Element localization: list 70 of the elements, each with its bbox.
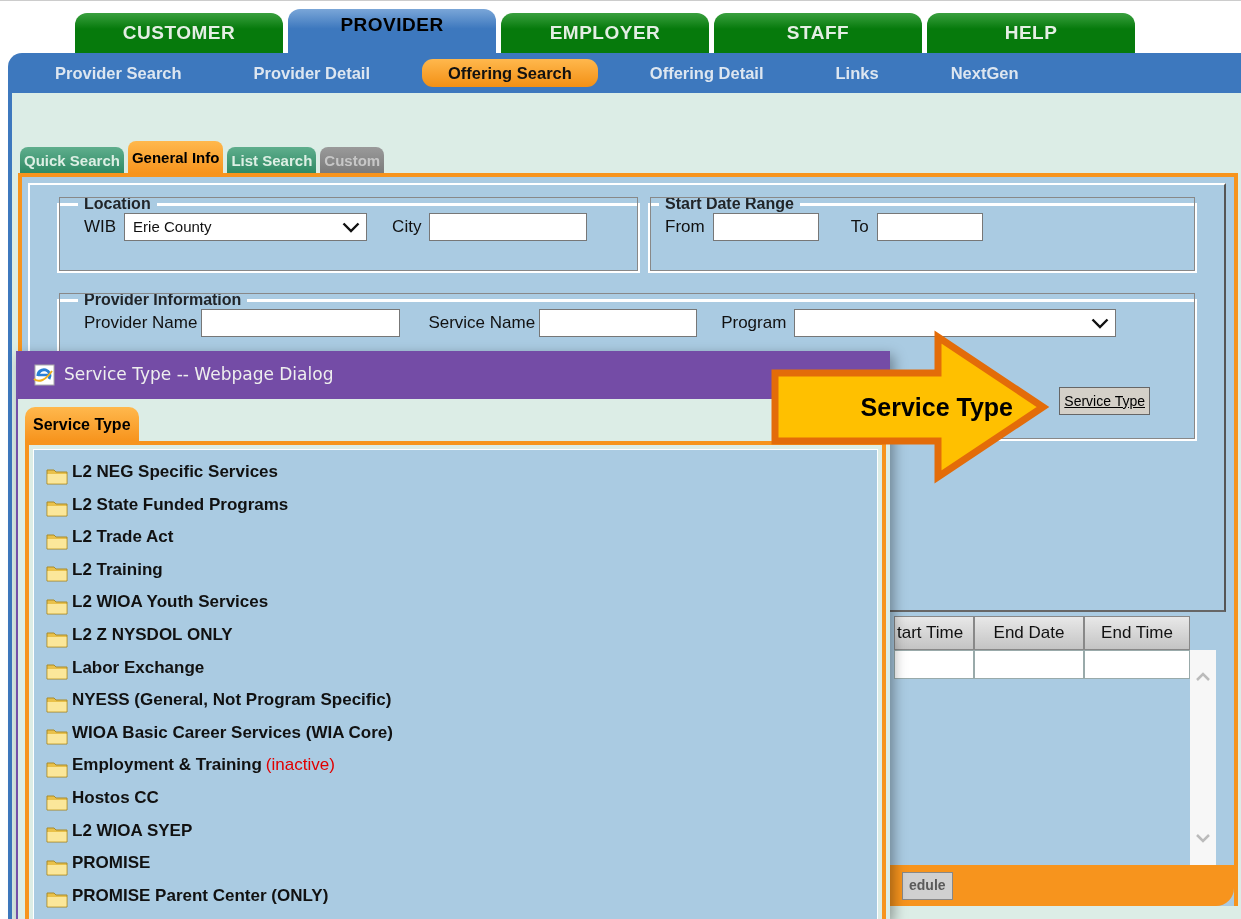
field-label: City	[392, 216, 422, 239]
group-legend: Provider Information	[78, 291, 248, 309]
nav-tab[interactable]: STAFF	[714, 13, 922, 53]
folder-icon	[46, 727, 68, 746]
field-label: To	[850, 216, 869, 239]
service-name-field[interactable]	[539, 309, 698, 337]
browser-icon	[32, 363, 56, 387]
chevron-down-icon	[342, 221, 361, 233]
tree-item[interactable]: L2 Training	[46, 549, 877, 583]
from-date-field[interactable]	[712, 213, 819, 241]
folder-icon	[46, 629, 68, 648]
nav-tab[interactable]: CUSTOMER	[75, 13, 283, 53]
tree-item[interactable]: L2 WIOA Youth Services	[46, 582, 877, 615]
tree-item[interactable]: L2 Trade Act	[46, 517, 877, 550]
wib-select[interactable]: Erie County	[124, 213, 368, 241]
tree-item[interactable]: L2 NEG Specific Services	[46, 452, 877, 485]
subnav-link[interactable]: Provider Search	[35, 58, 202, 88]
folder-icon	[46, 857, 68, 876]
nav-tab[interactable]: PROVIDER	[288, 9, 496, 53]
dialog-title: Service Type -- Webpage Dialog	[64, 363, 334, 387]
subnav-link[interactable]: NextGen	[930, 58, 1039, 88]
tree-item[interactable]: PROMISE Parent Center (ONLY)	[46, 875, 877, 909]
tree-item[interactable]: WIOA Basic Career Services (WIA Core)	[46, 712, 877, 746]
dialog-tab[interactable]: Service Type	[25, 407, 139, 441]
group-legend: Location	[78, 195, 157, 213]
column-header: tart Time	[894, 616, 974, 651]
folder-icon	[46, 694, 68, 713]
program-select[interactable]	[794, 309, 1117, 337]
group-legend: Start Date Range	[659, 195, 800, 213]
scrollbar[interactable]	[1190, 650, 1216, 866]
folder-icon	[46, 890, 68, 909]
service-type-button[interactable]: Service Type	[1059, 387, 1150, 415]
field-label: From	[665, 216, 705, 239]
subnav-link[interactable]: Links	[815, 58, 899, 88]
nav-tab[interactable]: HELP	[927, 13, 1135, 53]
provider-name-field[interactable]	[201, 309, 401, 337]
column-header: End Time	[1084, 616, 1190, 651]
folder-icon	[46, 596, 68, 615]
nav-tab[interactable]: EMPLOYER	[501, 13, 709, 53]
field-label: Service Name	[428, 312, 536, 335]
chevron-down-icon	[1091, 317, 1110, 329]
city-field[interactable]	[429, 213, 588, 241]
column-header: End Date	[974, 616, 1084, 651]
field-label: WIB	[84, 216, 117, 239]
folder-icon	[46, 792, 68, 811]
tree-item[interactable]: NYESS (General, Not Program Specific)	[46, 680, 877, 713]
folder-icon	[46, 499, 68, 518]
subnav-link[interactable]: Offering Search	[422, 58, 598, 88]
folder-icon	[46, 825, 68, 844]
subnav-link[interactable]: Provider Detail	[233, 58, 391, 88]
tree-item[interactable]: L2 State Funded Programs	[46, 484, 877, 518]
page-tab[interactable]: General Info	[127, 141, 224, 173]
field-label: Program	[721, 312, 787, 335]
subnav-link[interactable]: Offering Detail	[629, 58, 784, 88]
field-label: Provider Name	[84, 312, 198, 335]
tree-item[interactable]: PROMISE	[46, 843, 877, 876]
folder-icon	[46, 662, 68, 681]
tree-item[interactable]: Employment & Training (inactive)	[46, 745, 877, 778]
chevron-down-icon	[1195, 833, 1211, 844]
folder-icon	[46, 759, 68, 778]
folder-icon	[46, 531, 68, 550]
tree-item[interactable]: L2 WIOA SYEP	[46, 810, 877, 844]
tree-item[interactable]: L2 Z NYSDOL ONLY	[46, 614, 877, 648]
folder-icon	[46, 466, 68, 485]
folder-icon	[46, 564, 68, 583]
to-date-field[interactable]	[876, 213, 983, 241]
callout-label: Service Type	[860, 393, 1013, 421]
tree-item[interactable]: Hostos CC	[46, 777, 877, 811]
chevron-up-icon	[1195, 672, 1211, 683]
tree-item[interactable]: Labor Exchange	[46, 647, 877, 681]
